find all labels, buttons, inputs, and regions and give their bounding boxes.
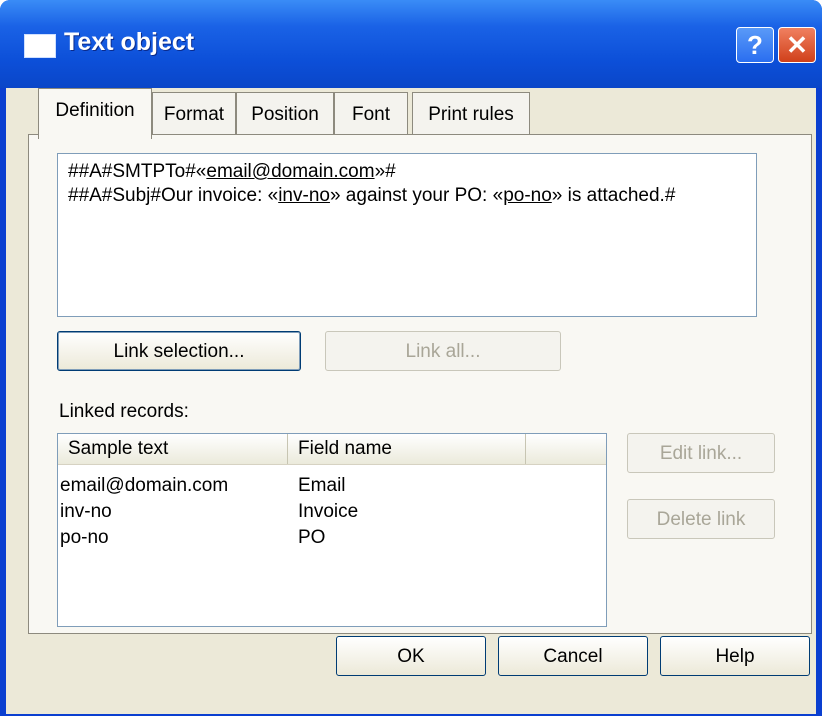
dialog-window: Text object ? ✕ Definition Format Positi… <box>0 0 822 716</box>
link-po-no[interactable]: po-no <box>503 185 552 206</box>
delete-link-button[interactable]: Delete link <box>627 499 775 539</box>
sample-text-cell: email@domain.com <box>60 475 229 496</box>
link-email[interactable]: email@domain.com <box>206 161 374 182</box>
tab-position[interactable]: Position <box>236 92 334 137</box>
text-segment: » <box>329 185 341 206</box>
text-segment: » <box>374 161 386 182</box>
text-segment: ##A#SMTPTo# <box>68 161 196 182</box>
window-title: Text object <box>64 28 195 56</box>
table-row[interactable]: email@domain.com Email <box>58 474 606 498</box>
help-title-button[interactable]: ? <box>736 27 774 63</box>
text-segment: « <box>195 161 207 182</box>
window-icon <box>24 34 56 58</box>
tab-print-rules[interactable]: Print rules <box>412 92 530 137</box>
link-inv-no[interactable]: inv-no <box>278 185 330 206</box>
text-segment: » <box>551 185 563 206</box>
text-segment: against your PO: <box>340 185 493 206</box>
sample-text-cell: po-no <box>60 527 109 548</box>
text-segment: « <box>492 185 504 206</box>
linked-records-label: Linked records: <box>59 401 189 422</box>
tab-format[interactable]: Format <box>152 92 236 137</box>
dialog-body: Definition Format Position Font Print ru… <box>6 88 816 714</box>
help-button[interactable]: Help <box>660 636 810 676</box>
link-selection-button[interactable]: Link selection... <box>57 331 301 371</box>
tab-font[interactable]: Font <box>334 92 408 137</box>
sample-text-cell: inv-no <box>60 501 112 522</box>
text-segment: « <box>267 185 279 206</box>
ok-button[interactable]: OK <box>336 636 486 676</box>
tab-definition[interactable]: Definition <box>38 88 152 139</box>
column-field-name[interactable]: Field name <box>288 434 526 464</box>
table-row[interactable]: po-no PO <box>58 526 606 550</box>
text-segment: # <box>385 161 396 182</box>
table-row[interactable]: inv-no Invoice <box>58 500 606 524</box>
edit-link-button[interactable]: Edit link... <box>627 433 775 473</box>
title-bar[interactable]: Text object ? ✕ <box>0 0 822 88</box>
field-name-cell: Email <box>298 475 346 496</box>
definition-panel: ##A#SMTPTo#«email@domain.com»# ##A#Subj#… <box>28 134 812 634</box>
column-empty[interactable] <box>526 434 606 464</box>
linked-records-list[interactable]: Sample text Field name email@domain.com … <box>57 433 607 627</box>
field-name-cell: PO <box>298 527 326 548</box>
text-segment: is attached.# <box>562 185 676 206</box>
definition-line-1: ##A#SMTPTo#«email@domain.com»# <box>68 160 746 184</box>
list-header: Sample text Field name <box>58 434 606 465</box>
definition-text-area[interactable]: ##A#SMTPTo#«email@domain.com»# ##A#Subj#… <box>57 153 757 317</box>
field-name-cell: Invoice <box>298 501 359 522</box>
definition-line-2: ##A#Subj#Our invoice: «inv-no» against y… <box>68 184 746 208</box>
close-button[interactable]: ✕ <box>778 27 816 63</box>
link-all-button[interactable]: Link all... <box>325 331 561 371</box>
cancel-button[interactable]: Cancel <box>498 636 648 676</box>
column-sample-text[interactable]: Sample text <box>58 434 288 464</box>
text-segment: ##A#Subj#Our invoice: <box>68 185 268 206</box>
